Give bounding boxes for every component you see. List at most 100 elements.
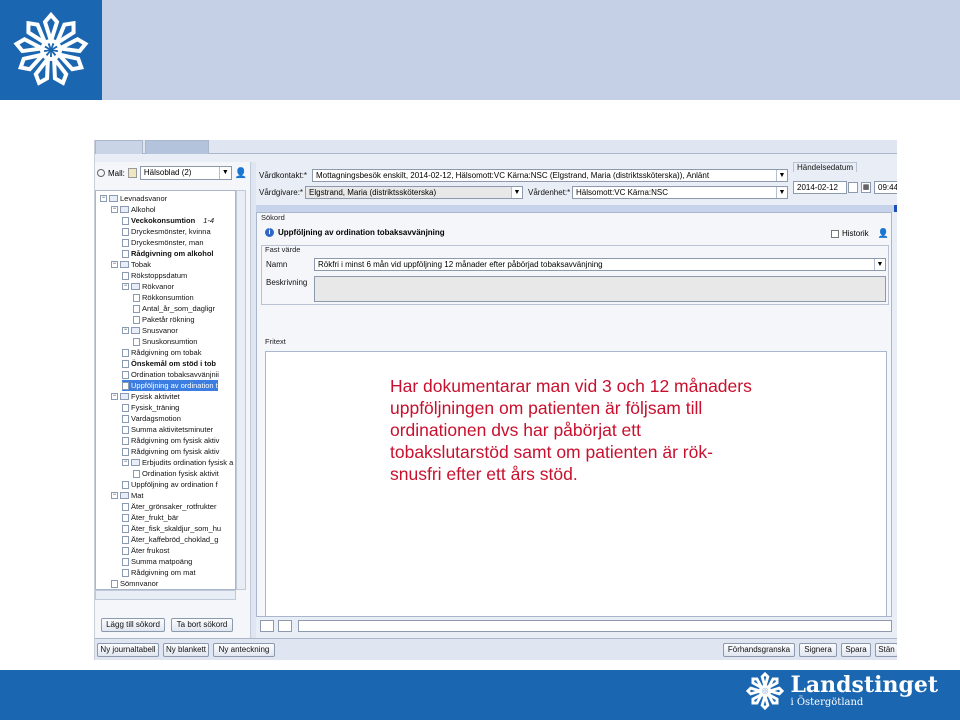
document-icon [122, 436, 129, 445]
tree-item[interactable]: Ordination tobaksavvänjnii [122, 369, 219, 380]
mall-radio-icon[interactable] [97, 169, 105, 177]
add-keyword-button[interactable]: Lägg till sökord [101, 618, 165, 632]
tree-item[interactable]: − Fysisk aktivitet [111, 391, 180, 402]
attach-icon[interactable] [260, 620, 274, 632]
tree-item[interactable]: Äter frukost [122, 545, 169, 556]
signera-button[interactable]: Signera [799, 643, 837, 657]
collapse-icon[interactable]: − [111, 393, 118, 400]
ny-anteckning-button[interactable]: Ny anteckning [213, 643, 275, 657]
tree-item[interactable]: − Alkohol [111, 204, 156, 215]
tree-item[interactable]: Dryckesmönster, kvinna [122, 226, 211, 237]
tree-item[interactable]: Antal_år_som_dagligr [133, 303, 215, 314]
tree-item[interactable]: Paketår rökning [133, 314, 195, 325]
date-field[interactable]: 2014-02-12 [793, 181, 847, 194]
attachment-field[interactable] [298, 620, 892, 632]
document-icon [122, 271, 129, 280]
tree-item-label: Mat [131, 491, 144, 500]
vardgivare-select[interactable]: Elgstrand, Maria (distriktssköterska) ▼ [305, 186, 523, 199]
tree-item[interactable]: Ordination fysisk aktivit [133, 468, 219, 479]
chevron-down-icon[interactable]: ▼ [218, 167, 231, 179]
chevron-down-icon[interactable]: ▼ [776, 187, 787, 198]
tree-item[interactable]: Rådgivning om mat [122, 567, 196, 578]
chevron-down-icon[interactable]: ▼ [776, 170, 787, 181]
tree-item-label: Veckokonsumtion [131, 216, 196, 225]
collapse-icon[interactable]: − [100, 195, 107, 202]
tree-item-label: Tobak [131, 260, 152, 269]
tree-item[interactable]: Rådgivning om tobak [122, 347, 201, 358]
collapse-icon[interactable]: − [111, 206, 118, 213]
tree-item[interactable]: Rökstoppsdatum [122, 270, 187, 281]
document-icon [122, 227, 129, 236]
vardgivare-label: Vårdgivare:* [259, 188, 304, 197]
tree-item[interactable]: − Mat [111, 490, 144, 501]
ny-journaltabell-button[interactable]: Ny journaltabell [97, 643, 159, 657]
tab-journal[interactable] [95, 140, 143, 154]
tree-horizontal-scrollbar[interactable] [95, 590, 236, 600]
stang-button[interactable]: Stän [875, 643, 897, 657]
tree-item[interactable]: Önskemål om stöd i tob [122, 358, 216, 369]
collapse-icon[interactable]: − [122, 327, 129, 334]
historik-checkbox[interactable] [831, 229, 839, 238]
namn-select[interactable]: Rökfri i minst 6 mån vid uppföljning 12 … [314, 258, 886, 271]
tree-item[interactable]: Rådgivning om alkohol [122, 248, 214, 259]
folder-icon [131, 459, 140, 466]
vardkontakt-label: Vårdkontakt:* [259, 171, 308, 180]
tree-item-label: Dryckesmönster, kvinna [131, 227, 211, 236]
tree-item[interactable]: Rökkonsumtion [133, 292, 194, 303]
document-icon [122, 502, 129, 511]
paperclip-icon[interactable] [278, 620, 292, 632]
tree-item-label: Vardagsmotion [131, 414, 181, 423]
remove-keyword-button[interactable]: Ta bort sökord [171, 618, 233, 632]
tree-item[interactable]: − Snusvanor [122, 325, 178, 336]
tree-item-label: Uppföljning av ordination f [131, 480, 218, 489]
tree-item[interactable]: − Tobak [111, 259, 151, 270]
tree-item[interactable]: Fysisk_träning [122, 402, 179, 413]
keyword-tree: − Levnadsvanor − Alkohol Veckokonsumtion 1-4 D… [95, 190, 236, 590]
tree-item[interactable]: Sömnvanor [111, 578, 158, 589]
tree-item[interactable]: Äter_frukt_bär [122, 512, 179, 523]
tree-item[interactable]: Summa aktivitetsminuter [122, 424, 213, 435]
divider-strip [256, 205, 897, 212]
time-field[interactable]: 09:44 [874, 181, 897, 194]
tree-item[interactable]: Uppföljning av ordination f [122, 479, 218, 490]
tree-item[interactable]: Summa matpoäng [122, 556, 192, 567]
calendar-icon[interactable]: ▦ [861, 182, 871, 193]
forhandsgranska-button[interactable]: Förhandsgranska [723, 643, 795, 657]
spara-button[interactable]: Spara [841, 643, 871, 657]
tree-item[interactable]: Äter_fisk_skaldjur_som_hu [122, 523, 221, 534]
collapse-icon[interactable]: − [122, 283, 129, 290]
person-icon[interactable]: 👤 [878, 228, 889, 239]
tree-item[interactable]: − Levnadsvanor [100, 193, 167, 204]
mall-select[interactable]: Hälsoblad (2) ▼ [139, 166, 232, 180]
tree-vertical-scrollbar[interactable] [236, 190, 246, 590]
tree-item[interactable]: Veckokonsumtion 1-4 [122, 215, 214, 226]
tree-item[interactable]: Äter_kaffebröd_choklad_g [122, 534, 218, 545]
tree-item[interactable]: Dryckesmönster, man [122, 237, 204, 248]
tree-item[interactable]: − Rökvanor [122, 281, 174, 292]
tree-item-label: Alkohol [131, 205, 156, 214]
collapse-icon[interactable]: − [122, 459, 129, 466]
tree-item[interactable]: Rådgivning om fysisk aktiv [122, 446, 219, 457]
tree-item[interactable]: Uppföljning av ordination t [122, 380, 218, 391]
tab-active[interactable] [145, 140, 209, 154]
overlay-line: ordinationen dvs har påbörjat ett [390, 420, 641, 440]
tree-item-label: Snuskonsumtion [142, 337, 198, 346]
person-icon[interactable]: 👤 [235, 168, 247, 179]
overlay-line: tobakslutarstöd samt om patienten är rök… [390, 442, 713, 462]
mall-row: Mall: Hälsoblad (2) ▼ 👤 [97, 166, 247, 180]
namn-label: Namn [266, 260, 288, 269]
chevron-down-icon[interactable]: ▼ [874, 259, 885, 270]
vardkontakt-select[interactable]: Mottagningsbesök enskilt, 2014-02-12, Hä… [312, 169, 788, 182]
ny-blankett-button[interactable]: Ny blankett [163, 643, 209, 657]
chevron-down-icon[interactable]: ▼ [511, 187, 522, 198]
tree-item[interactable]: Snuskonsumtion [133, 336, 197, 347]
tree-item[interactable]: Rådgivning om fysisk aktiv [122, 435, 219, 446]
document-icon [133, 315, 140, 324]
vardenhet-select[interactable]: Hälsomott:VC Kärna:NSC ▼ [572, 186, 788, 199]
tree-item[interactable]: Vardagsmotion [122, 413, 181, 424]
tree-item[interactable]: Äter_grönsaker_rotfrukter [122, 501, 216, 512]
collapse-icon[interactable]: − [111, 492, 118, 499]
tree-item[interactable]: − Erbjudits ordination fysisk a [122, 457, 233, 468]
collapse-icon[interactable]: − [111, 261, 118, 268]
spin-icon[interactable] [848, 182, 858, 193]
